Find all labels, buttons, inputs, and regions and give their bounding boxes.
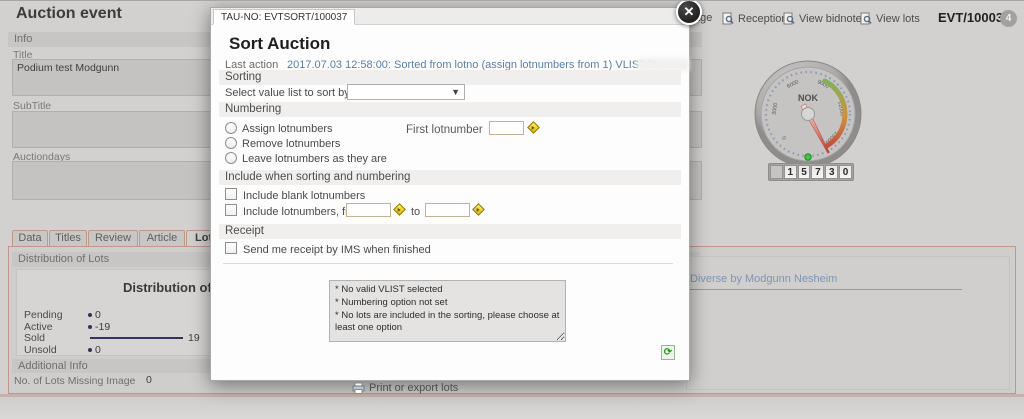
odometer-digit <box>770 165 783 179</box>
gauge-currency-label: NOK <box>798 93 819 103</box>
chart-point-marker <box>88 313 92 317</box>
numbering-section-header: Numbering <box>219 102 681 117</box>
chart-point-marker <box>88 325 92 329</box>
search-doc-icon <box>783 12 795 25</box>
select-vlist-label: Select value list to sort by <box>225 87 350 99</box>
missing-image-label: No. of Lots Missing Image <box>14 375 135 387</box>
toolbar-item-label: View lots <box>876 13 920 25</box>
background-last-action-fragment: Diverse by Modgunn Nesheim <box>690 273 837 285</box>
radio-remove-lotnumbers[interactable] <box>225 137 237 149</box>
printer-icon <box>352 382 365 394</box>
chart-category-label: Unsold <box>24 344 57 356</box>
radio-label: Remove lotnumbers <box>242 138 340 150</box>
checkbox-include-blank[interactable] <box>225 188 237 200</box>
assist-edit-icon[interactable] <box>472 203 485 216</box>
currency-gauge: NOK 0 3000 6000 9000 12000 15000 <box>745 53 875 181</box>
app-window: Auction event age Receptions View bidnot… <box>0 0 1024 419</box>
dialog-title: Sort Auction <box>229 34 330 54</box>
print-export-label: Print or export lots <box>369 382 458 394</box>
radio-leave-lotnumbers[interactable] <box>225 152 237 164</box>
missing-image-value: 0 <box>146 374 152 386</box>
divider <box>688 289 962 290</box>
odometer-digit: 5 <box>798 165 811 179</box>
gauge-green-indicator <box>805 154 811 160</box>
include-section-header: Include when sorting and numbering <box>219 170 681 185</box>
close-icon[interactable]: ✕ <box>676 0 702 25</box>
tab-review[interactable]: Review <box>88 230 138 246</box>
radio-label: Assign lotnumbers <box>242 123 333 135</box>
odometer: 1 5 7 3 0 <box>768 163 854 181</box>
receipt-section-header: Receipt <box>219 224 681 239</box>
chevron-down-icon: ▼ <box>451 87 460 97</box>
chart-category-label: Pending <box>24 309 63 321</box>
chart-value: 19 <box>188 332 200 344</box>
count-badge[interactable]: 4 <box>1000 10 1017 27</box>
toolbar-item-view-bidnotes[interactable]: View bidnotes <box>783 12 867 25</box>
odometer-digit: 7 <box>811 165 824 179</box>
chart-value: 0 <box>95 309 101 321</box>
odometer-digit: 0 <box>839 165 852 179</box>
chart-title: Distribution of <box>123 280 212 295</box>
divider <box>223 263 673 264</box>
chart-value: -19 <box>95 321 110 333</box>
odometer-digit: 3 <box>825 165 838 179</box>
assist-edit-icon[interactable] <box>527 121 540 134</box>
search-doc-icon <box>860 12 872 25</box>
chart-value: 0 <box>95 344 101 356</box>
sorting-section-header: Sorting <box>219 70 681 85</box>
radio-assign-lotnumbers[interactable] <box>225 122 237 134</box>
odometer-digit: 1 <box>784 165 797 179</box>
refresh-icon[interactable]: ⟳ <box>661 345 675 360</box>
range-from-input[interactable] <box>346 203 391 217</box>
status-strip <box>0 397 1024 419</box>
radio-label: Leave lotnumbers as they are <box>242 153 387 165</box>
toolbar-item-view-lots[interactable]: View lots <box>860 12 920 25</box>
vlist-select[interactable]: ▼ <box>347 84 465 100</box>
page-title: Auction event <box>16 5 122 23</box>
checkbox-receipt-ims[interactable] <box>225 242 237 254</box>
validation-messages[interactable]: * No valid VLIST selected * Numbering op… <box>329 280 566 342</box>
chart-category-label: Sold <box>24 332 45 344</box>
sort-auction-dialog: TAU-NO: EVTSORT/100037 ✕ Sort Auction La… <box>210 7 690 381</box>
tab-titles[interactable]: Titles <box>49 230 87 246</box>
chart-point-marker <box>88 348 92 352</box>
checkbox-label: Include blank lotnumbers <box>243 190 365 202</box>
chart-bar-sold <box>90 337 183 339</box>
checkbox-label: Send me receipt by IMS when finished <box>243 244 431 256</box>
first-lotnumber-label: First lotnumber <box>406 124 483 136</box>
tab-data[interactable]: Data <box>12 230 48 246</box>
range-to-label: to <box>411 206 420 218</box>
dialog-window-tab[interactable]: TAU-NO: EVTSORT/100037 <box>213 9 355 25</box>
first-lotnumber-input[interactable] <box>489 121 524 135</box>
gauge-hub <box>802 108 815 121</box>
tab-article[interactable]: Article <box>139 230 185 246</box>
print-export-button[interactable]: Print or export lots <box>352 382 458 394</box>
search-doc-icon <box>722 12 734 25</box>
checkbox-include-range[interactable] <box>225 204 237 216</box>
range-to-input[interactable] <box>425 203 470 217</box>
assist-edit-icon[interactable] <box>393 203 406 216</box>
toolbar-item-label: View bidnotes <box>799 13 867 25</box>
